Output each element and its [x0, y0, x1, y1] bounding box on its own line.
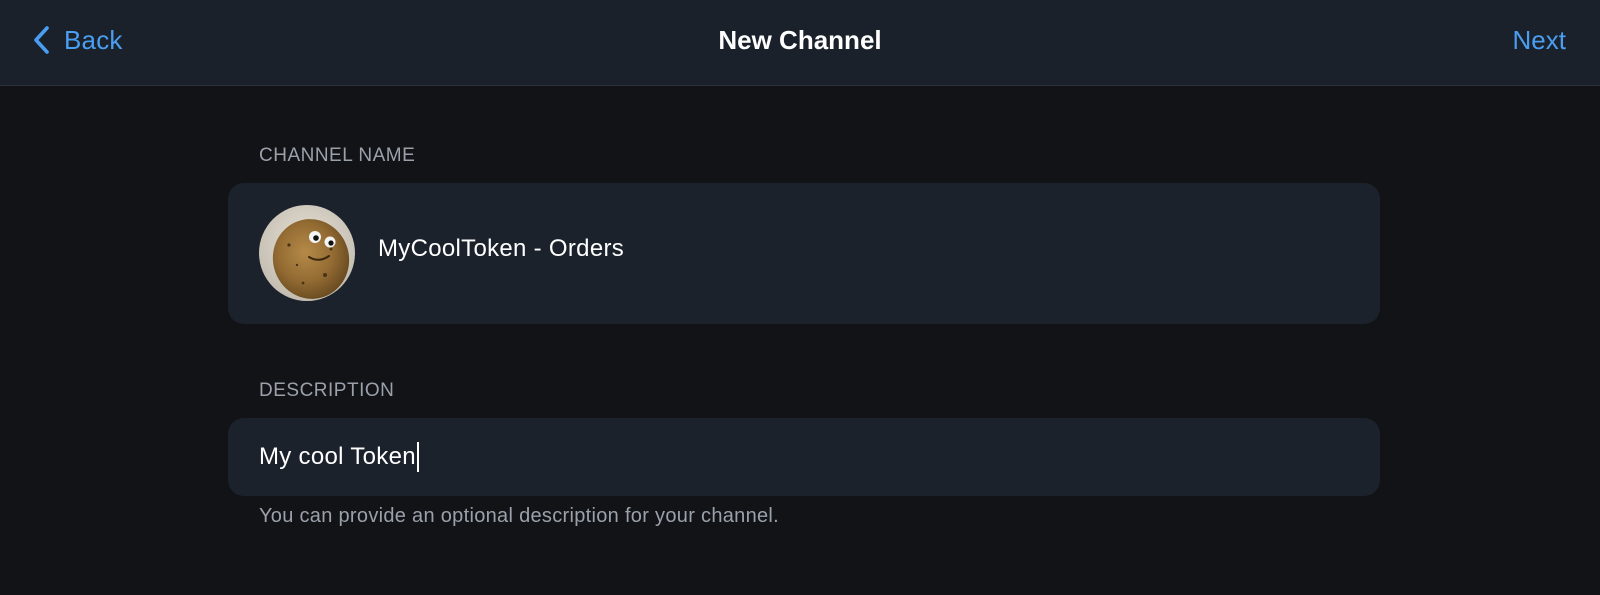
next-button[interactable]: Next — [1513, 22, 1566, 58]
description-card: My cool Token — [228, 418, 1380, 496]
navigation-bar: Back New Channel Next — [0, 0, 1600, 86]
channel-avatar[interactable] — [259, 205, 355, 301]
description-input[interactable]: My cool Token — [259, 440, 1350, 474]
description-section-label: DESCRIPTION — [259, 380, 395, 401]
channel-name-card: MyCoolToken - Orders — [228, 183, 1380, 324]
description-hint: You can provide an optional description … — [259, 505, 780, 527]
page-title: New Channel — [718, 25, 882, 55]
description-value: My cool Token — [259, 443, 416, 470]
channel-name-input[interactable]: MyCoolToken - Orders — [378, 235, 624, 263]
channel-name-section-label: CHANNEL NAME — [259, 145, 416, 166]
text-caret — [416, 442, 419, 472]
